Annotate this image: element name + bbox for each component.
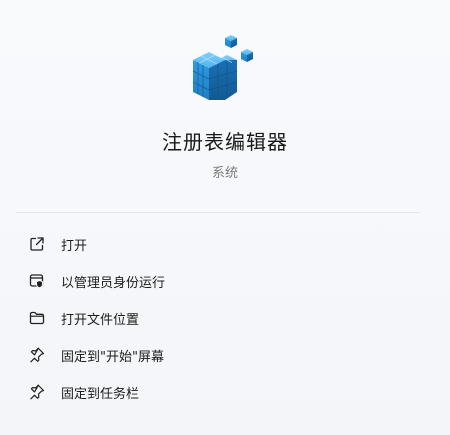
divider (16, 212, 420, 213)
open-external-icon (30, 237, 44, 251)
pin-to-start-menu-item[interactable]: 固定到"开始"屏幕 (16, 337, 420, 374)
app-title: 注册表编辑器 (162, 130, 288, 154)
open-menu-item[interactable]: 打开 (16, 226, 420, 263)
registry-cubes-icon (192, 35, 253, 100)
run-as-admin-menu-item[interactable]: 以管理员身份运行 (16, 263, 420, 300)
pin-to-taskbar-menu-item[interactable]: 固定到任务栏 (16, 374, 420, 411)
folder-icon (29, 311, 45, 325)
app-category: 系统 (211, 166, 238, 181)
menu-item-label: 以管理员身份运行 (61, 276, 166, 291)
context-menu: 打开 以管理员身份运行 打开文件位置 固定到"开始"屏幕 固定到任务栏 (16, 226, 420, 411)
menu-item-label: 打开文件位置 (61, 313, 140, 328)
pin-icon (30, 384, 45, 400)
open-file-location-menu-item[interactable]: 打开文件位置 (16, 300, 420, 337)
menu-item-label: 固定到任务栏 (61, 387, 140, 402)
menu-item-label: 固定到"开始"屏幕 (61, 350, 164, 365)
app-context-panel: 注册表编辑器 系统 打开 以管理员身份运行 打开文件位置 固定到"开始"屏幕 固… (0, 0, 450, 435)
pin-icon (30, 347, 45, 363)
shield-admin-icon (29, 274, 44, 289)
menu-item-label: 打开 (61, 239, 88, 254)
